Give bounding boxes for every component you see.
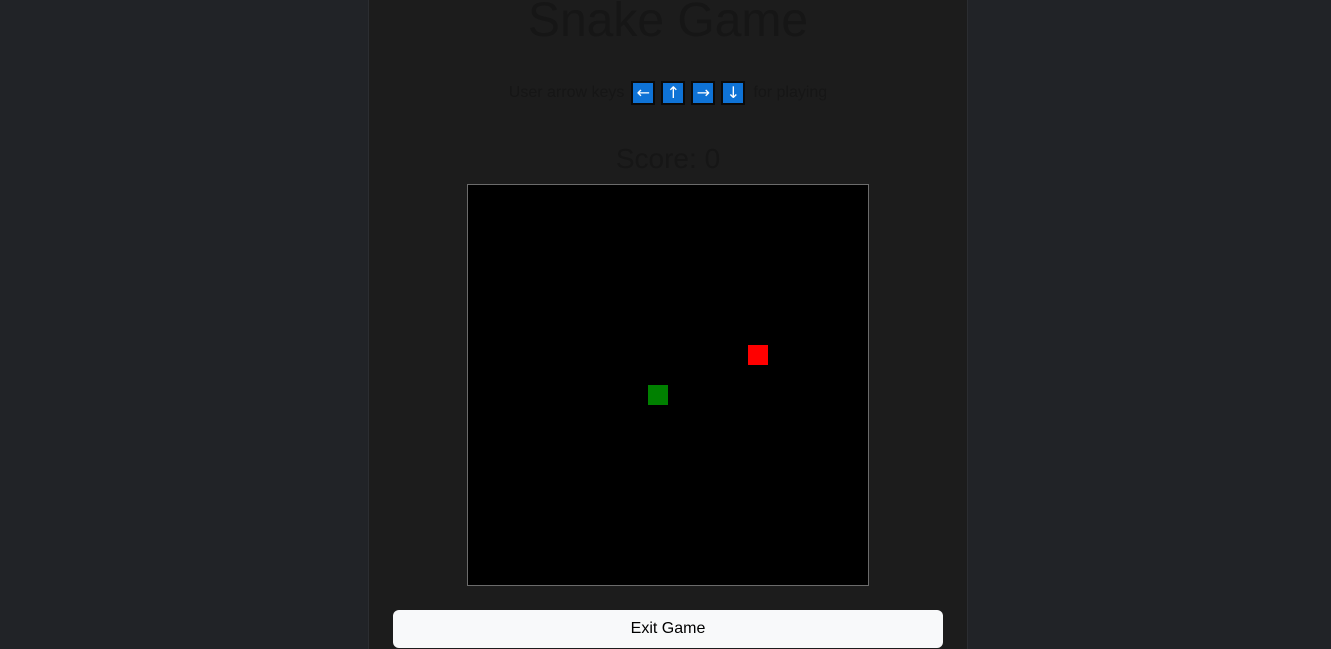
arrow-right-icon: → bbox=[691, 81, 716, 105]
food-item bbox=[748, 345, 768, 365]
exit-game-button[interactable]: Exit Game bbox=[393, 610, 943, 648]
score-display: Score: 0 bbox=[615, 143, 721, 174]
instructions: User arrow keys ← ↑ → ↓ for playing bbox=[369, 78, 967, 108]
page-title: Snake Game bbox=[527, 0, 809, 47]
snake-head bbox=[648, 385, 668, 405]
arrow-up-icon: ↑ bbox=[661, 81, 686, 105]
instructions-suffix: for playing bbox=[753, 84, 828, 101]
instructions-prefix: User arrow keys bbox=[508, 84, 625, 101]
game-panel: Snake Game User arrow keys ← ↑ → ↓ for p… bbox=[368, 0, 968, 649]
game-board[interactable] bbox=[467, 184, 869, 586]
arrow-left-icon: ← bbox=[631, 81, 656, 105]
arrow-down-icon: ↓ bbox=[721, 81, 746, 105]
